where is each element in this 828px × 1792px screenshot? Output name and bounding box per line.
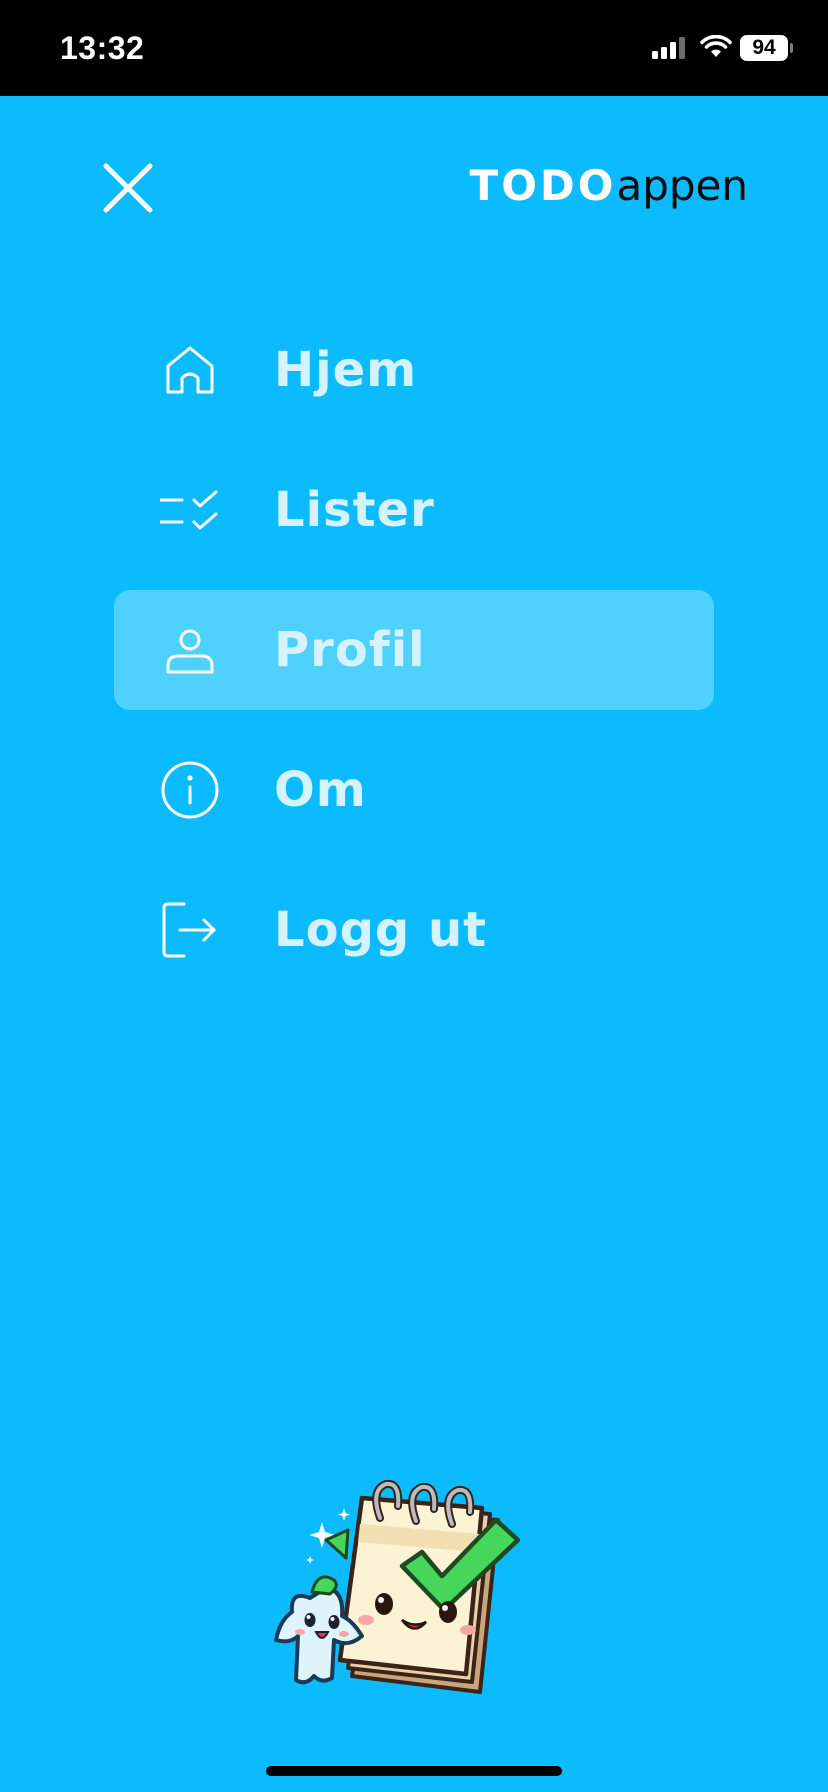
battery-cap: [790, 43, 793, 53]
navigation-menu: Hjem Lister Profil Om Logg ut: [114, 310, 714, 1010]
logo-appen: appen: [616, 161, 748, 210]
logout-icon: [162, 902, 216, 958]
wifi-icon: [700, 35, 732, 57]
info-icon: [161, 761, 219, 819]
menu-label-profil: Profil: [274, 622, 426, 678]
menu-item-profil[interactable]: Profil: [114, 590, 714, 710]
menu-label-lister: Lister: [274, 482, 435, 538]
menu-label-hjem: Hjem: [274, 342, 418, 398]
close-icon[interactable]: [98, 158, 158, 218]
status-bar: 13:32 94: [0, 0, 828, 96]
menu-item-logg-ut[interactable]: Logg ut: [114, 870, 714, 990]
menu-label-om: Om: [274, 762, 367, 818]
home-icon: [166, 346, 214, 394]
home-indicator[interactable]: [266, 1766, 562, 1776]
checklist-icon: [160, 490, 218, 530]
menu-item-lister[interactable]: Lister: [114, 450, 714, 570]
signal-icon: [652, 37, 685, 59]
notepad-mascot-illustration: [274, 1479, 521, 1694]
status-time: 13:32: [60, 30, 145, 66]
logo-todo: TODO: [469, 161, 617, 210]
battery-icon: 94: [740, 35, 788, 61]
menu-item-om[interactable]: Om: [114, 730, 714, 850]
menu-item-hjem[interactable]: Hjem: [114, 310, 714, 430]
battery-level: 94: [752, 36, 776, 59]
app-logo: TODOappen: [470, 160, 748, 212]
person-icon: [166, 629, 214, 674]
menu-label-logg-ut: Logg ut: [274, 902, 488, 958]
menu-screen: 13:32 94 TODOappen Hjem Lister Profil Om…: [0, 0, 828, 1792]
